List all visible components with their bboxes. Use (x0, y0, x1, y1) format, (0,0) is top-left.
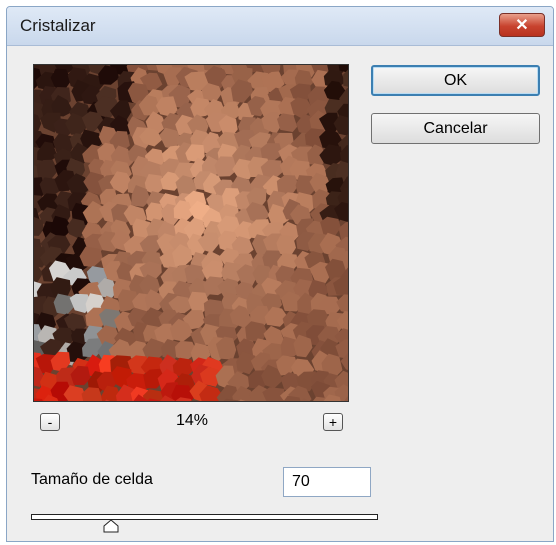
zoom-in-button[interactable]: + (323, 413, 343, 431)
cell-size-slider[interactable] (31, 514, 378, 520)
close-button[interactable]: ✕ (499, 13, 545, 37)
cell-size-label: Tamaño de celda (31, 471, 153, 488)
filter-preview[interactable] (33, 64, 349, 402)
cancel-button[interactable]: Cancelar (371, 113, 540, 144)
zoom-out-button[interactable]: - (40, 413, 60, 431)
close-icon: ✕ (515, 17, 529, 34)
crystal-cell (277, 113, 298, 132)
crystal-cell (53, 293, 74, 315)
title-bar[interactable]: Cristalizar ✕ (7, 7, 553, 46)
preview-image (34, 65, 348, 401)
ok-button[interactable]: OK (371, 65, 540, 96)
cell-size-input[interactable] (283, 467, 371, 497)
slider-thumb[interactable] (103, 519, 119, 533)
zoom-level: 14% (175, 412, 209, 429)
crystallize-dialog: Cristalizar ✕ OK Cancelar - 14% + Tamaño… (6, 6, 554, 542)
window-title: Cristalizar (20, 16, 96, 35)
